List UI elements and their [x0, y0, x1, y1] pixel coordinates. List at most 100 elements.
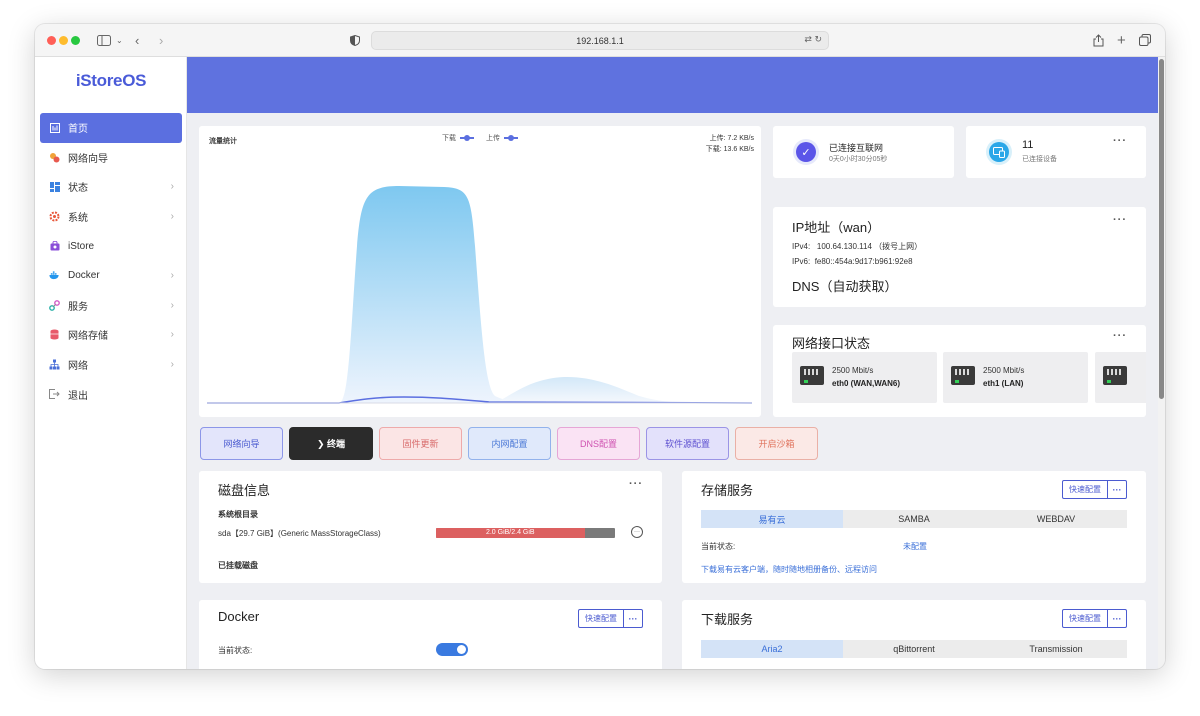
- devices-label: 已连接设备: [1022, 156, 1057, 163]
- sidebar-item-docker[interactable]: Docker ›: [40, 261, 182, 291]
- traffic-chart-svg: [207, 186, 753, 404]
- internet-status-title: 已连接互联网: [829, 143, 884, 153]
- home-icon: [49, 122, 60, 133]
- forward-icon[interactable]: ›: [159, 31, 163, 49]
- quick-btn-lan[interactable]: 内网配置: [468, 427, 551, 460]
- network-icon: [49, 359, 60, 370]
- url-text: 192.168.1.1: [576, 35, 624, 46]
- download-tabs: Aria2 qBittorrent Transmission: [701, 640, 1127, 658]
- connected-devices-card: 11 已连接设备 ···: [966, 126, 1146, 178]
- interface-name: eth1 (LAN): [983, 379, 1024, 388]
- sidebar-item-label: 系统: [68, 213, 88, 225]
- internet-uptime: 0天0小时30分05秒: [829, 156, 888, 163]
- devices-more-icon[interactable]: ···: [1113, 135, 1127, 147]
- sidebar-item-status[interactable]: 状态 ›: [40, 172, 182, 202]
- ipv4-label: IPv4:: [792, 242, 811, 251]
- sidebar-item-istore[interactable]: iStore: [40, 231, 182, 261]
- disk-more-icon[interactable]: ···: [629, 478, 643, 490]
- ip-more-icon[interactable]: ···: [1113, 214, 1127, 226]
- privacy-shield-icon[interactable]: [350, 31, 360, 49]
- quick-btn-firmware[interactable]: 固件更新: [379, 427, 462, 460]
- interface-eth0[interactable]: 2500 Mbit/s eth0 (WAN,WAN6): [792, 352, 937, 403]
- quick-btn-label: 软件源配置: [664, 439, 710, 449]
- storage-quick-config-button[interactable]: 快速配置: [1063, 481, 1108, 498]
- chevron-right-icon: ›: [170, 181, 174, 193]
- interface-more[interactable]: [1095, 352, 1146, 403]
- docker-card: Docker 快速配置 ··· 当前状态:: [199, 600, 662, 669]
- docker-more-icon[interactable]: ···: [624, 610, 642, 627]
- services-icon: [49, 299, 60, 311]
- tab-aria2[interactable]: Aria2: [701, 640, 843, 658]
- main-content: 流量统计 下载 上传 上传: 7.2 KB/s 下载: 13.6 KB/s ✓ …: [187, 57, 1165, 669]
- disk-options-icon[interactable]: ···: [631, 526, 643, 538]
- ip-address-card: IP地址（wan） ··· IPv4: 100.64.130.114 （拨号上网…: [773, 207, 1146, 307]
- sidebar-item-label: 网络存储: [68, 331, 108, 343]
- tab-qbittorrent[interactable]: qBittorrent: [843, 640, 985, 658]
- sidebar-item-network[interactable]: 网络 ›: [40, 350, 182, 380]
- download-quick-config-button[interactable]: 快速配置: [1063, 610, 1108, 627]
- close-window-button[interactable]: [47, 36, 56, 45]
- maximize-window-button[interactable]: [71, 36, 80, 45]
- ip-title: IP地址（wan）: [792, 220, 881, 235]
- page-scrollbar[interactable]: [1158, 57, 1165, 669]
- upload-area: [495, 376, 699, 403]
- sidebar-item-storage[interactable]: 网络存储 ›: [40, 320, 182, 350]
- download-area: [207, 186, 752, 403]
- quick-btn-sandbox[interactable]: 开启沙箱: [735, 427, 818, 460]
- ipv4-row: IPv4: 100.64.130.114 （拨号上网）: [792, 241, 922, 252]
- interfaces-card: 网络接口状态 ··· 2500 Mbit/s eth0 (WAN,WAN6) 2…: [773, 325, 1146, 417]
- sidebar-item-services[interactable]: 服务 ›: [40, 291, 182, 321]
- tab-yiyouyun[interactable]: 易有云: [701, 510, 843, 528]
- sidebar-item-label: 网络向导: [68, 153, 108, 165]
- new-tab-icon[interactable]: +: [1117, 31, 1126, 49]
- sidebar-item-label: 状态: [68, 183, 88, 195]
- quick-btn-software-source[interactable]: 软件源配置: [646, 427, 729, 460]
- disk-title: 磁盘信息: [218, 483, 271, 498]
- sidebar: iStoreOS 首页 网络向导 状态 › 系统 › iStore Docker…: [35, 57, 187, 669]
- chevron-down-icon[interactable]: ⌄: [116, 31, 123, 49]
- download-title: 下载服务: [701, 612, 754, 627]
- tab-transmission[interactable]: Transmission: [985, 640, 1127, 658]
- sidebar-item-label: 服务: [68, 301, 88, 313]
- sidebar-item-logout[interactable]: 退出: [40, 379, 182, 409]
- minimize-window-button[interactable]: [59, 36, 68, 45]
- address-bar[interactable]: 192.168.1.1 ⇄ ↻: [371, 31, 829, 50]
- translate-reload-icon[interactable]: ⇄ ↻: [804, 34, 822, 45]
- storage-status-value[interactable]: 未配置: [903, 541, 927, 552]
- sidebar-item-wizard[interactable]: 网络向导: [40, 143, 182, 173]
- quick-btn-wizard[interactable]: 网络向导: [200, 427, 283, 460]
- ipv6-row: IPv6: fe80::454a:9d17:b961:92e8: [792, 257, 913, 266]
- storage-more-icon[interactable]: ···: [1108, 481, 1126, 498]
- tab-webdav[interactable]: WEBDAV: [985, 510, 1127, 528]
- logout-icon: [49, 389, 60, 400]
- back-icon[interactable]: ‹: [135, 31, 139, 49]
- system-gear-icon: [49, 211, 60, 222]
- docker-quick-config-button[interactable]: 快速配置: [579, 610, 624, 627]
- docker-enable-toggle[interactable]: [436, 643, 468, 656]
- storage-download-link[interactable]: 下载易有云客户端，随时随地相册备份、远程访问: [701, 564, 877, 575]
- sidebar-toggle-icon[interactable]: [97, 31, 111, 49]
- tab-samba[interactable]: SAMBA: [843, 510, 985, 528]
- share-icon[interactable]: [1093, 31, 1104, 49]
- sidebar-item-label: iStore: [68, 240, 95, 252]
- sidebar-item-system[interactable]: 系统 ›: [40, 202, 182, 232]
- quick-btn-terminal[interactable]: ❯ 终端: [289, 427, 373, 460]
- browser-toolbar: ⌄ ‹ › 192.168.1.1 ⇄ ↻ +: [35, 24, 1165, 57]
- sidebar-item-home[interactable]: 首页: [40, 113, 182, 143]
- interfaces-title: 网络接口状态: [792, 336, 871, 351]
- header-banner: [187, 57, 1158, 113]
- sidebar-item-label: 首页: [68, 124, 88, 136]
- scrollbar-thumb[interactable]: [1159, 59, 1164, 399]
- connected-icon: ✓: [793, 139, 819, 165]
- ipv6-value: fe80::454a:9d17:b961:92e8: [814, 257, 913, 266]
- quick-btn-label: 内网配置: [491, 439, 528, 449]
- browser-window: ⌄ ‹ › 192.168.1.1 ⇄ ↻ + iStoreOS 首页 网络向导…: [35, 24, 1165, 669]
- download-more-icon[interactable]: ···: [1108, 610, 1126, 627]
- quick-btn-label: DNS配置: [579, 439, 617, 449]
- quick-btn-label: 网络向导: [223, 439, 260, 449]
- tab-overview-icon[interactable]: [1139, 31, 1151, 49]
- quick-btn-dns[interactable]: DNS配置: [557, 427, 640, 460]
- interface-speed: 2500 Mbit/s: [983, 366, 1025, 375]
- interfaces-more-icon[interactable]: ···: [1113, 330, 1127, 342]
- interface-eth1[interactable]: 2500 Mbit/s eth1 (LAN): [943, 352, 1088, 403]
